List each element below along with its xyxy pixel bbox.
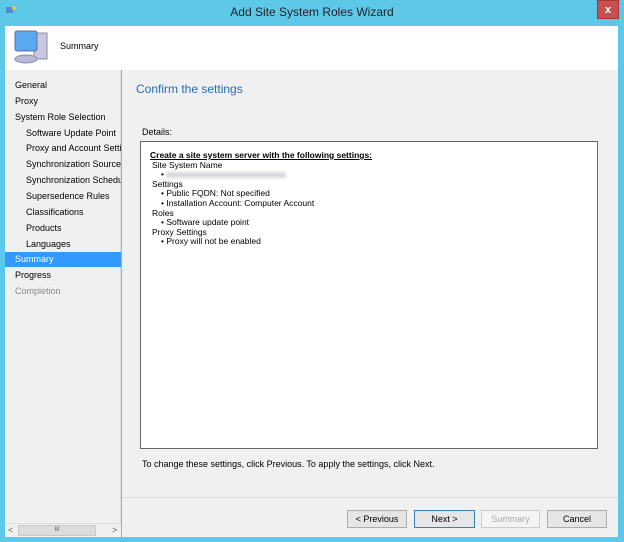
close-button[interactable]: x <box>597 0 619 19</box>
header-page-name: Summary <box>60 41 99 51</box>
wizard-nav: General Proxy System Role Selection Softwar… <box>5 70 121 537</box>
details-box[interactable]: Create a site system server with the fol… <box>140 141 598 449</box>
details-line: • Installation Account: Computer Account <box>161 197 315 208</box>
computer-icon <box>14 30 48 64</box>
window-title: Add Site System Roles Wizard <box>230 5 394 19</box>
summary-button: Summary <box>481 510 540 528</box>
previous-button[interactable]: < Previous <box>347 510 407 528</box>
nav-item-proxy-and-account-settings[interactable]: Proxy and Account Settings <box>5 141 121 156</box>
details-line: • Software update point <box>161 217 250 228</box>
nav-item-supersedence-rules[interactable]: Supersedence Rules <box>5 189 121 204</box>
nav-item-summary[interactable]: Summary <box>5 252 121 268</box>
scroll-left-arrow[interactable]: < <box>8 525 13 535</box>
nav-item-products[interactable]: Products <box>5 221 121 236</box>
details-line-redacted: • <box>150 170 588 180</box>
next-button[interactable]: Next > <box>414 510 475 528</box>
nav-item-synchronization-schedule[interactable]: Synchronization Schedule <box>5 173 121 188</box>
nav-item-synchronization-source[interactable]: Synchronization Source <box>5 157 121 172</box>
details-label: Details: <box>142 127 173 137</box>
nav-item-software-update-point[interactable]: Software Update Point <box>5 126 121 141</box>
nav-item-completion: Completion <box>15 286 61 297</box>
details-line: Site System Name <box>152 159 223 170</box>
details-line: • Proxy will not be enabled <box>161 236 261 247</box>
app-icon <box>6 6 16 13</box>
nav-item-proxy[interactable]: Proxy <box>5 94 121 109</box>
nav-item-system-role-selection[interactable]: System Role Selection <box>5 110 121 125</box>
main-panel: Confirm the settings Details: Create a s… <box>122 70 618 537</box>
nav-item-progress[interactable]: Progress <box>5 268 121 283</box>
redacted-server-name <box>166 171 287 178</box>
nav-item-languages[interactable]: Languages <box>5 237 121 252</box>
divider <box>122 497 618 498</box>
scroll-thumb[interactable]: III <box>18 525 96 536</box>
nav-horizontal-scrollbar[interactable]: < III > <box>5 523 121 537</box>
scroll-right-arrow[interactable]: > <box>112 525 117 535</box>
nav-item-classifications[interactable]: Classifications <box>5 205 121 220</box>
page-title: Confirm the settings <box>136 82 243 96</box>
nav-item-general[interactable]: General <box>5 78 121 93</box>
instructions-text: To change these settings, click Previous… <box>142 459 435 469</box>
cancel-button[interactable]: Cancel <box>547 510 607 528</box>
wizard-header: Summary <box>5 26 618 70</box>
